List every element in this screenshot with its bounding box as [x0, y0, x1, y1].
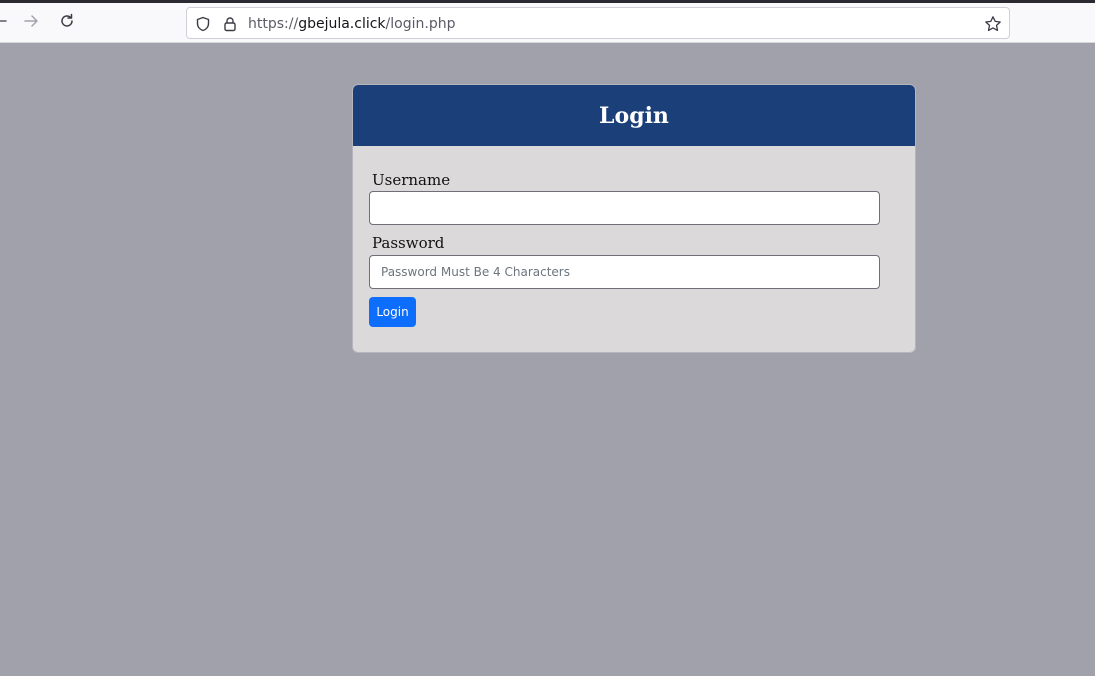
browser-toolbar: https://gbejula.click/login.php — [0, 3, 1095, 43]
address-bar[interactable]: https://gbejula.click/login.php — [186, 7, 1010, 39]
back-arrow-icon — [0, 13, 8, 33]
password-label: Password — [372, 234, 445, 252]
url-prefix: https:// — [248, 16, 299, 32]
reload-icon — [59, 13, 75, 33]
url-host: gbejula.click — [298, 16, 386, 32]
login-button[interactable]: Login — [369, 297, 416, 327]
url-path: /login.php — [385, 16, 456, 32]
reload-button[interactable] — [53, 9, 81, 37]
forward-arrow-icon — [23, 13, 39, 33]
lock-icon[interactable] — [221, 15, 239, 33]
shield-icon[interactable] — [194, 15, 212, 33]
url-text[interactable]: https://gbejula.click/login.php — [248, 15, 455, 33]
username-label: Username — [372, 171, 451, 189]
password-input[interactable] — [369, 255, 880, 289]
back-button[interactable] — [0, 9, 14, 37]
login-title: Login — [599, 102, 669, 129]
username-input[interactable] — [369, 191, 880, 225]
login-card: Login Username Password Login — [352, 84, 916, 353]
forward-button[interactable] — [17, 9, 45, 37]
star-icon[interactable] — [984, 15, 1002, 33]
login-card-header: Login — [353, 85, 915, 146]
